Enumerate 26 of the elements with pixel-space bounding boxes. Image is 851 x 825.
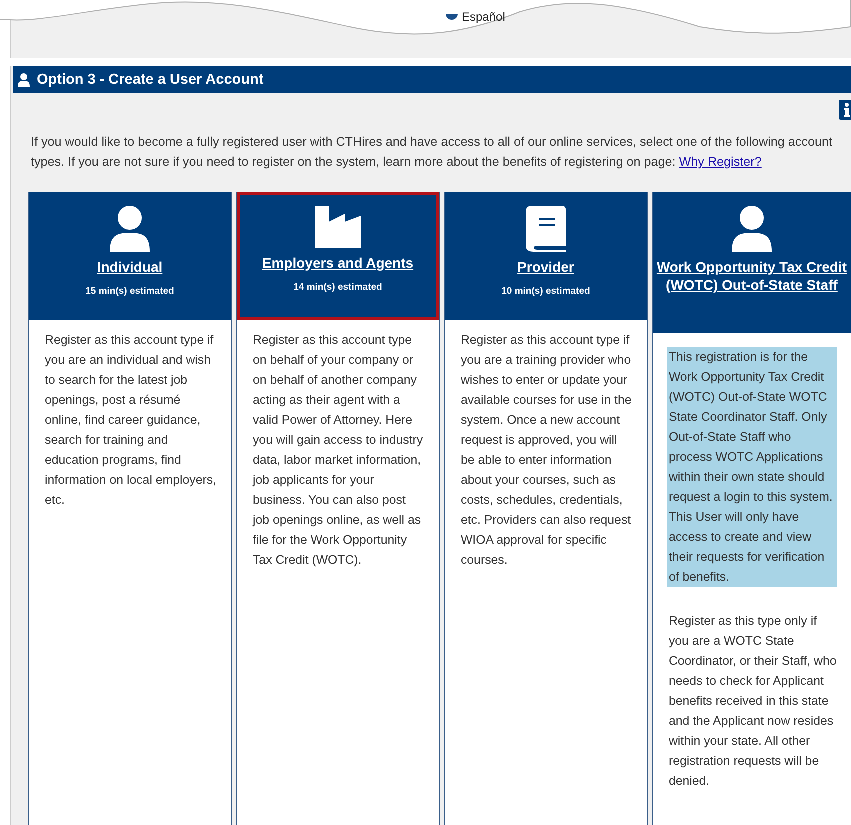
time-estimate: 15 min(s) estimated <box>86 286 174 297</box>
description-text: Register as this type only if you are a WOTC State Coordinator, or their Staff, who needs to check for Applicant benefits received in this state and the Applicant now resides within your state. All other registration requests will be denied. <box>668 613 837 790</box>
description-text: Register as this account type if you are an individual and wish to search for the latest job openings, post a résumé online, find career guidance, search for training and education programs, find information on local employers, etc. <box>45 332 217 509</box>
factory-icon <box>314 206 361 248</box>
card-header[interactable]: Individual 15 min(s) estimated <box>29 192 231 320</box>
time-estimate: 10 min(s) estimated <box>502 286 590 297</box>
why-register-link[interactable]: Why Register? <box>679 155 762 169</box>
card-header[interactable]: Employers and Agents 14 min(s) estimated <box>236 192 439 320</box>
language-link[interactable]: Español <box>462 10 506 24</box>
account-type-link[interactable]: Individual <box>97 258 163 276</box>
person-icon <box>730 206 773 252</box>
description-text: This registration is for the Work Opportunity Tax Credit (WOTC) Out-of-State WOTC State Coordinator Staff. Only Out-of-State Staff who process WOTC Applications within their own state should request a login to this system. This User will only have access to create and view their requests for verification of benefits. <box>666 347 837 587</box>
time-estimate: 14 min(s) estimated <box>294 282 382 293</box>
person-icon <box>108 206 151 252</box>
intro-text: If you would like to become a fully registered user with CTHires and have access to all of our online services, select one of the following account types. If you are not sure if you need to register on the system, learn more about the benefits of registering on page: Why Register? <box>31 134 834 171</box>
account-type-link[interactable]: Work Opportunity Tax Credit (WOTC) Out-of-State Staff <box>656 258 848 294</box>
book-icon <box>526 206 566 252</box>
info-icon[interactable] <box>839 100 851 120</box>
user-icon <box>17 72 31 86</box>
section-title: Option 3 - Create a User Account <box>37 72 264 88</box>
card-header[interactable]: Work Opportunity Tax Credit (WOTC) Out-of-State Staff <box>652 192 851 333</box>
account-type-link[interactable]: Employers and Agents <box>262 254 414 272</box>
description-text: Register as this account type on behalf of your company or on behalf of another company acting as their agent with a valid Power of Attorney. Here you will gain access to industry data, labor market information, job applicants for your business. You can also post job openings online, as well as file for the Work Opportunity Tax Credit (WOTC). <box>252 332 424 569</box>
account-type-link[interactable]: Provider <box>518 258 574 276</box>
card-header[interactable]: Provider 10 min(s) estimated <box>444 192 647 320</box>
description-text: Register as this account type if you are a training provider who wishes to enter or update your available courses for use in the system. Once a new account request is approved, you will be able to enter information about your courses, such as costs, schedules, credentials, etc. Providers can also request WIOA approval for specific courses. <box>460 332 633 569</box>
